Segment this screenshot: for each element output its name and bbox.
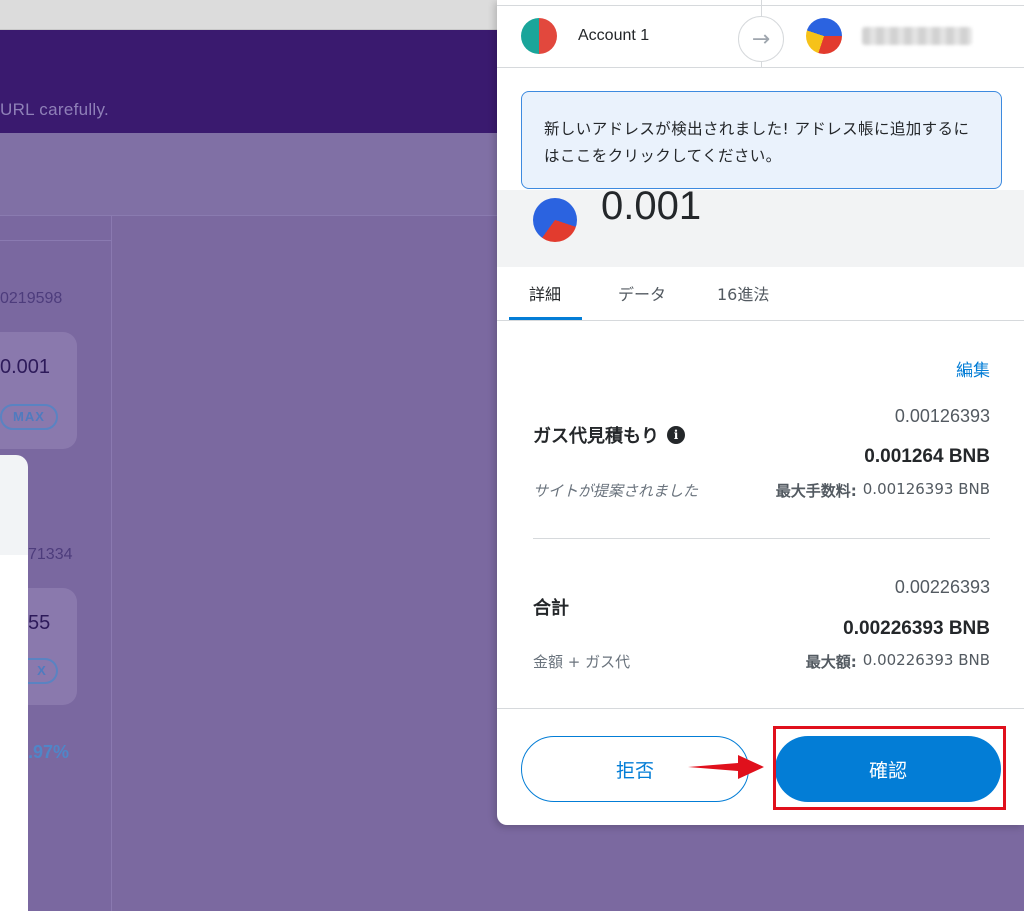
arrow-right-icon: → <box>738 16 784 62</box>
gas-native-value: 0.001264 BNB <box>864 446 990 467</box>
input-card-2[interactable] <box>28 588 77 705</box>
total-fiat-value: 0.00226393 <box>894 577 990 597</box>
balance-text-1: 0219598 <box>0 290 63 307</box>
metamask-confirm-popup: Account 1 → 0.001 新しいアドレスが検出されました! アドレス帳… <box>497 0 1024 825</box>
detail-tabs: 詳細 データ 16進法 <box>497 267 1024 321</box>
gas-estimate-title: ガス代見積もり <box>533 426 659 447</box>
new-address-notice[interactable]: 新しいアドレスが検出されました! アドレス帳に追加するにはここをクリックしてくだ… <box>521 91 1002 189</box>
tab-hex[interactable]: 16進法 <box>717 281 769 305</box>
tab-details[interactable]: 詳細 <box>529 281 561 305</box>
token-dropdown-header <box>0 455 28 555</box>
amount-input-1[interactable]: 0.001 <box>0 356 50 379</box>
from-account-name: Account 1 <box>578 27 650 44</box>
from-account[interactable]: Account 1 <box>521 18 649 54</box>
banner-text: URL carefully. <box>0 100 110 119</box>
gas-estimate-label: ガス代見積もり i <box>533 422 685 448</box>
total-native-value: 0.00226393 BNB <box>843 618 990 639</box>
edit-gas-link[interactable]: 編集 <box>956 356 990 381</box>
tab-data[interactable]: データ <box>618 281 666 305</box>
percent-text: .97% <box>28 742 70 762</box>
max-fee-value: 0.00126393 BNB <box>862 480 990 498</box>
token-dropdown[interactable] <box>0 555 28 911</box>
from-account-identicon-icon <box>521 18 557 54</box>
gas-site-suggested: サイトが提案されました <box>533 482 699 500</box>
info-icon[interactable]: i <box>667 426 685 444</box>
amount-area: 0.001 <box>497 190 1024 267</box>
highlight-box <box>773 726 1006 810</box>
panel-divider <box>0 240 112 241</box>
gas-fiat-value: 0.00126393 <box>894 406 990 426</box>
to-account[interactable] <box>806 18 972 54</box>
active-tab-indicator <box>509 317 582 320</box>
section-divider <box>533 538 990 539</box>
total-title: 合計 <box>533 598 569 619</box>
to-address-blurred <box>862 27 972 45</box>
token-icon <box>533 198 577 242</box>
gas-max-fee: 最大手数料: 0.00126393 BNB <box>776 480 990 501</box>
account-bar: Account 1 → <box>497 0 1024 68</box>
amount-input-2[interactable]: 55 <box>28 612 50 635</box>
input-card-1[interactable] <box>0 332 77 449</box>
total-label: 合計 <box>533 594 569 620</box>
max-button-1[interactable]: MAX <box>0 404 58 430</box>
send-amount: 0.001 <box>601 190 702 228</box>
max-amount-value: 0.00226393 BNB <box>862 651 990 669</box>
annotation-arrow-icon <box>688 755 764 779</box>
balance-text-2: 71334 <box>28 546 73 563</box>
max-button-2[interactable]: X <box>28 658 58 684</box>
total-max-amount: 最大額: 0.00226393 BNB <box>806 651 990 672</box>
max-fee-label: 最大手数料: <box>775 482 857 500</box>
total-note: 金額 + ガス代 <box>533 653 631 671</box>
max-amount-label: 最大額: <box>805 653 857 671</box>
to-account-identicon-icon <box>806 18 842 54</box>
